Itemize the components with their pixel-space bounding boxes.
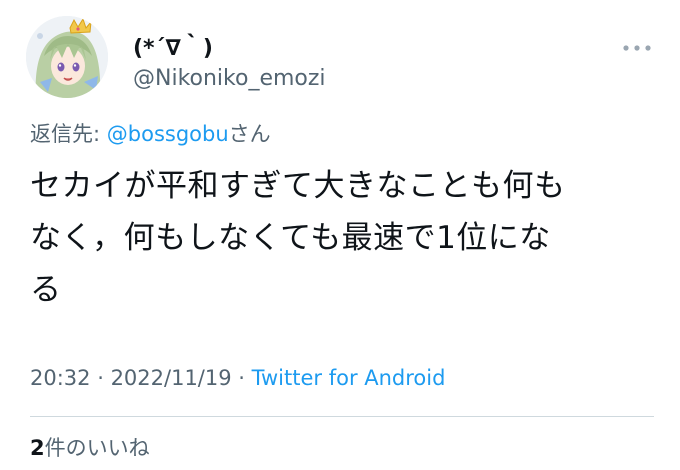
reply-mention-link[interactable]: @bossgobu: [107, 122, 229, 146]
avatar[interactable]: [26, 16, 108, 98]
divider: [30, 416, 654, 417]
meta-separator: ·: [90, 366, 111, 390]
reply-prefix: 返信先:: [30, 122, 107, 146]
tweet-metadata: 20:32 · 2022/11/19 · Twitter for Android: [30, 366, 445, 390]
likes-label: 件のいいね: [44, 436, 150, 460]
tweet-detail: (*´∇｀) @Nikoniko_emozi 返信先: @bossgobuさん …: [0, 0, 680, 470]
more-horizontal-icon: [623, 45, 651, 51]
reply-context: 返信先: @bossgobuさん: [30, 118, 271, 148]
tweet-date[interactable]: 2022/11/19: [111, 366, 232, 390]
tweet-time[interactable]: 20:32: [30, 366, 91, 390]
tweet-body-line: なく，何もしなくても最速で1位にな: [30, 220, 551, 256]
tweet-body: セカイが平和すぎて大きなことも何も なく，何もしなくても最速で1位にな る: [30, 160, 660, 316]
meta-separator: ·: [231, 366, 252, 390]
author-handle[interactable]: @Nikoniko_emozi: [133, 66, 326, 91]
likes-count: 2: [30, 436, 45, 460]
likes-summary[interactable]: 2件のいいね: [30, 432, 150, 462]
tweet-body-line: る: [30, 272, 62, 308]
tweet-source-link[interactable]: Twitter for Android: [252, 366, 446, 390]
anime-character-avatar-icon: [26, 16, 108, 98]
author-display-name[interactable]: (*´∇｀): [133, 30, 213, 62]
tweet-body-line: セカイが平和すぎて大きなことも何も: [30, 168, 566, 204]
more-options-button[interactable]: [620, 40, 654, 54]
reply-suffix: さん: [228, 122, 271, 146]
